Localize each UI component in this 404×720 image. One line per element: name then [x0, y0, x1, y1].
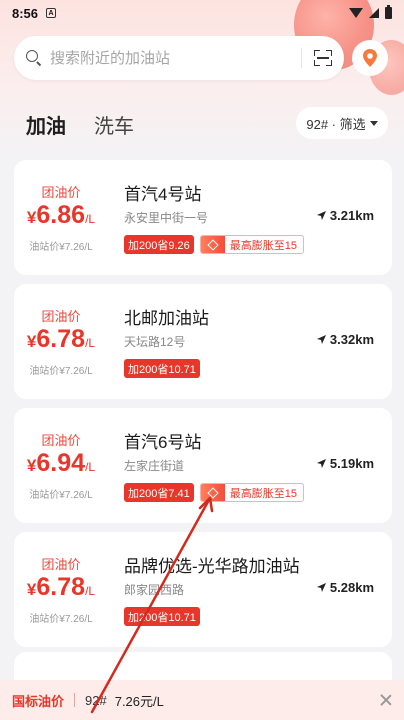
group-price: ¥6.94/L — [14, 449, 108, 478]
location-pin-icon — [363, 49, 377, 67]
national-price-label: 国标油价 — [12, 693, 65, 709]
station-price: 油站价¥7.26/L — [29, 490, 93, 501]
group-price-label: 团油价 — [41, 557, 81, 572]
boost-tag: 最高膨胀至15 — [199, 483, 305, 502]
station-price: 油站价¥7.26/L — [29, 242, 93, 253]
price-value: 6.94 — [36, 449, 86, 477]
tab-carwash[interactable]: 洗车 — [94, 110, 134, 139]
tab-label: 洗车 — [94, 116, 134, 138]
signal-icon — [369, 8, 379, 18]
price-currency: ¥ — [26, 208, 37, 227]
station-card[interactable]: 团油价 ¥6.86/L 油站价¥7.26/L 首汽4号站 永安里中街一号 3.2… — [14, 160, 392, 275]
station-name: 北邮加油站 — [124, 309, 209, 328]
station-card[interactable]: 团油价 ¥6.78/L 油站价¥7.26/L 品牌优选-光华路加油站 郎家园西路… — [14, 532, 392, 647]
navigation-arrow-icon — [316, 335, 326, 344]
price-unit: /L — [85, 212, 96, 226]
wifi-icon — [349, 8, 363, 18]
save-tag: 加200省7.41 — [124, 483, 194, 502]
station-distance[interactable]: 3.32km — [316, 332, 374, 347]
close-icon[interactable] — [380, 694, 392, 706]
save-tag: 加200省10.71 — [124, 359, 200, 378]
caret-down-icon — [369, 120, 378, 126]
price-currency: ¥ — [26, 456, 37, 475]
station-distance[interactable]: 5.19km — [316, 456, 374, 471]
distance-value: 5.28km — [329, 580, 374, 595]
distance-value: 3.21km — [329, 208, 374, 223]
distance-value: 3.32km — [329, 332, 374, 347]
search-icon — [26, 50, 42, 66]
station-address: 永安里中街一号 — [124, 211, 209, 225]
station-address: 左家庄街道 — [124, 459, 185, 473]
navigation-arrow-icon — [316, 583, 326, 592]
station-card[interactable]: 团油价 ¥6.78/L 油站价¥7.26/L 北邮加油站 天坛路12号 3.32… — [14, 284, 392, 399]
station-name: 品牌优选-光华路加油站 — [124, 557, 300, 576]
station-name: 首汽6号站 — [124, 433, 202, 452]
station-price: 油站价¥7.26/L — [29, 614, 93, 625]
group-price: ¥6.86/L — [14, 201, 108, 230]
save-tag: 加200省9.26 — [124, 235, 194, 254]
price-value: 6.78 — [36, 573, 86, 601]
price-unit: /L — [85, 460, 96, 474]
bar-divider — [74, 693, 76, 707]
group-price: ¥6.78/L — [14, 573, 108, 602]
diamond-icon — [200, 484, 225, 501]
station-distance[interactable]: 5.28km — [316, 580, 374, 595]
location-button[interactable] — [352, 40, 388, 76]
station-distance[interactable]: 3.21km — [316, 208, 374, 223]
price-currency: ¥ — [26, 580, 37, 599]
scan-icon[interactable] — [314, 50, 332, 66]
group-price-label: 团油价 — [41, 433, 81, 448]
station-address: 郎家园西路 — [124, 583, 185, 597]
distance-value: 5.19km — [329, 456, 374, 471]
boost-text: 最高膨胀至15 — [229, 487, 298, 500]
boost-text: 最高膨胀至15 — [229, 239, 298, 252]
status-bar: 8:56 A — [0, 0, 404, 26]
group-price-label: 团油价 — [41, 309, 81, 324]
station-card[interactable]: 团油价 ¥6.94/L 油站价¥7.26/L 首汽6号站 左家庄街道 5.19k… — [14, 408, 392, 523]
search-divider — [301, 48, 302, 68]
station-address: 天坛路12号 — [124, 335, 186, 349]
tab-label: 加油 — [26, 116, 66, 138]
navigation-arrow-icon — [316, 211, 326, 220]
national-price-value: 7.26元/L — [114, 693, 164, 709]
search-bar[interactable] — [14, 36, 344, 80]
group-price: ¥6.78/L — [14, 325, 108, 354]
promo-tags: 加200省10.71 — [124, 607, 200, 626]
navigation-arrow-icon — [316, 459, 326, 468]
boost-tag: 最高膨胀至15 — [199, 235, 305, 254]
price-currency: ¥ — [26, 332, 37, 351]
price-value: 6.86 — [36, 201, 86, 229]
price-unit: /L — [85, 584, 96, 598]
promo-tags: 加200省10.71 — [124, 359, 200, 378]
promo-tags: 加200省7.41 最高膨胀至15 — [124, 483, 305, 502]
tab-bar: 加油 洗车 — [22, 110, 134, 144]
group-price-label: 团油价 — [41, 185, 81, 200]
tab-refuel[interactable]: 加油 — [22, 110, 66, 144]
notification-icon: A — [46, 8, 57, 18]
price-value: 6.78 — [36, 325, 86, 353]
national-price-bar: 国标油价 92# 7.26元/L — [0, 680, 404, 720]
promo-tags: 加200省9.26 最高膨胀至15 — [124, 235, 305, 254]
diamond-icon — [200, 236, 225, 253]
station-name: 首汽4号站 — [124, 185, 202, 204]
fuel-grade: 92# — [85, 692, 107, 708]
search-input[interactable] — [50, 49, 289, 67]
save-tag: 加200省10.71 — [124, 607, 200, 626]
price-unit: /L — [85, 336, 96, 350]
battery-icon — [385, 5, 392, 19]
status-time: 8:56 — [12, 5, 39, 21]
station-price: 油站价¥7.26/L — [29, 366, 93, 377]
filter-label: 92# · 筛选 — [306, 116, 366, 132]
filter-button[interactable]: 92# · 筛选 — [296, 107, 388, 139]
station-list: 团油价 ¥6.86/L 油站价¥7.26/L 首汽4号站 永安里中街一号 3.2… — [14, 160, 392, 656]
